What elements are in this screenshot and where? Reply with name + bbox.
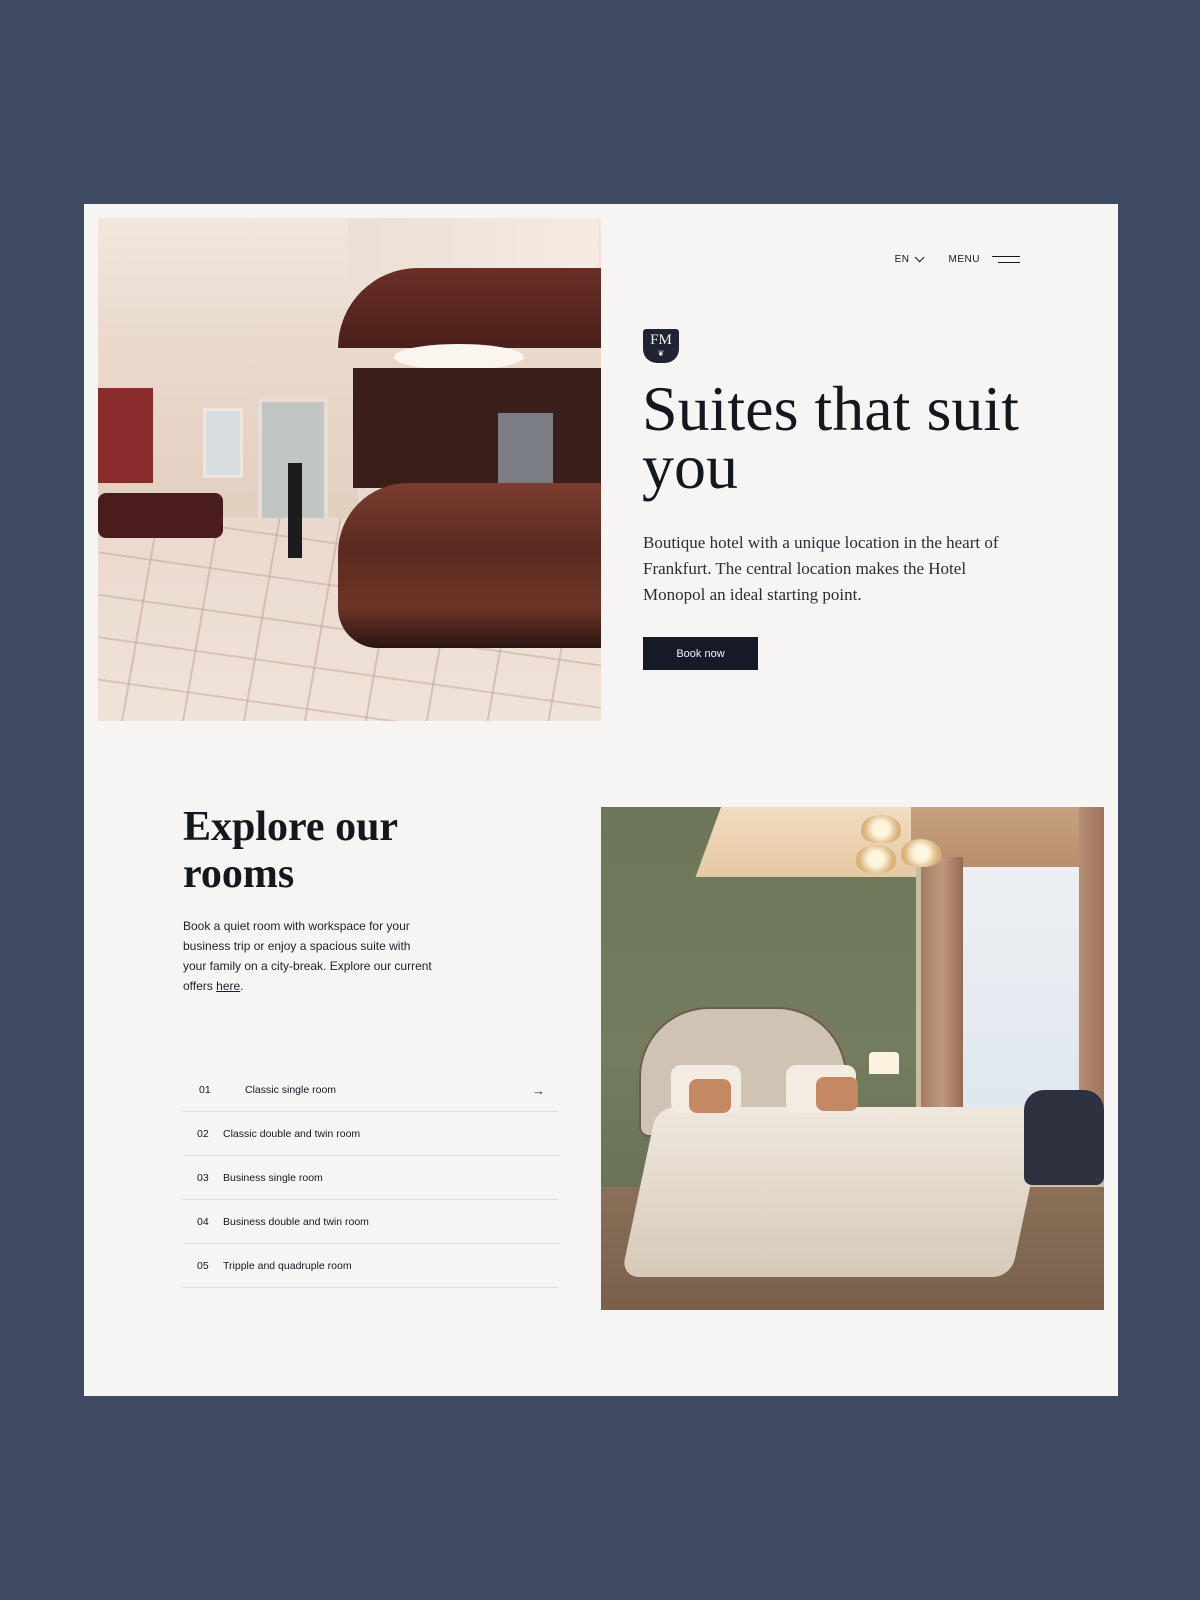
hotel-lobby-image [98,218,601,721]
room-label: Business double and twin room [223,1215,369,1228]
room-label: Classic double and twin room [223,1127,361,1140]
language-selector[interactable]: EN [894,252,925,265]
book-now-button[interactable]: Book now [643,637,758,670]
hero-title: Suites that suit you [642,373,1019,502]
room-number: 04 [197,1215,209,1228]
language-label: EN [894,254,910,265]
chevron-down-icon [914,252,925,263]
room-item-business-double[interactable]: 04 Business double and twin room [183,1200,559,1244]
room-number: 05 [197,1259,209,1272]
hero-description: Boutique hotel with a unique location in… [643,533,999,604]
room-item-business-single[interactable]: 03 Business single room [183,1156,559,1200]
offers-link[interactable]: here [216,979,240,993]
room-label: Classic single room [245,1083,337,1096]
hamburger-icon [992,256,1020,263]
room-item-triple-quadruple[interactable]: 05 Tripple and quadruple room [183,1244,559,1288]
menu-label: MENU [948,254,980,265]
rooms-description-end: . [240,979,244,993]
page-card: EN MENU FM ❦ Suites that suit you Boutiq… [84,204,1118,1396]
menu-button[interactable]: MENU [949,254,1020,265]
rooms-title: Explore our rooms [183,804,398,897]
top-navigation: EN MENU [894,252,1020,265]
room-label: Business single room [223,1171,323,1184]
logo-flourish: ❦ [657,349,665,358]
room-item-classic-single[interactable]: 01 Classic single room → [183,1068,559,1112]
room-number: 03 [197,1171,209,1184]
hotel-bedroom-image [601,807,1104,1310]
room-number: 02 [197,1127,209,1140]
arrow-right-icon: → [532,1083,545,1098]
room-label: Tripple and quadruple room [223,1259,352,1272]
room-list: 01 Classic single room → 02 Classic doub… [183,1068,559,1288]
rooms-description: Book a quiet room with workspace for you… [183,916,433,996]
room-number: 01 [199,1083,211,1096]
room-item-classic-double[interactable]: 02 Classic double and twin room [183,1112,559,1156]
hotel-logo[interactable]: FM ❦ [643,329,679,363]
logo-monogram: FM [650,332,672,348]
